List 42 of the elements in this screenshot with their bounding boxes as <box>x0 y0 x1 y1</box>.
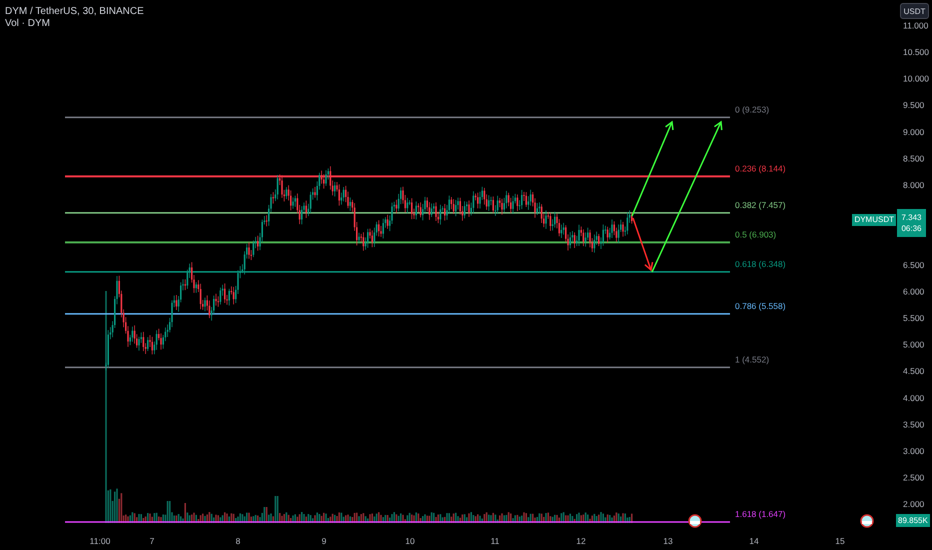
price-axis-label: 3.500 <box>903 419 924 430</box>
time-axis-label: 7 <box>150 536 154 546</box>
time-axis-label: 11:00 <box>90 536 110 546</box>
fib-level-label: 0 (9.253) <box>735 104 770 114</box>
fib-level-label: 0.618 (6.348) <box>735 258 786 269</box>
price-axis-label: 9.000 <box>903 126 924 137</box>
bar-countdown: 06:36 <box>901 223 922 234</box>
currency-button[interactable]: USDT <box>900 3 929 19</box>
fib-level-label: 0.786 (5.558) <box>735 300 786 311</box>
time-axis-label: 13 <box>663 536 673 546</box>
price-axis-label: 9.500 <box>903 100 924 110</box>
fib-level-label: 0.382 (7.457) <box>735 200 786 210</box>
price-axis-label: 4.000 <box>903 392 924 403</box>
price-axis-label: 4.500 <box>903 366 924 376</box>
fib-level-label: 1.618 (1.647) <box>735 508 786 519</box>
time-axis-label: 9 <box>322 536 326 546</box>
price-axis-label: 8.500 <box>903 153 924 164</box>
volume-indicator-label: Vol · DYM <box>5 18 50 29</box>
fib-level-label: 0.5 (6.903) <box>735 229 776 240</box>
price-axis-label: 2.000 <box>903 499 924 510</box>
time-axis-label: 10 <box>405 536 415 546</box>
symbol-title: DYM / TetherUS, 30, BINANCE <box>5 6 144 17</box>
fib-level-label: 1 (4.552) <box>735 354 770 364</box>
price-axis-label: 6.500 <box>903 260 924 270</box>
price-axis-label: 3.000 <box>903 446 924 456</box>
price-axis-label: 10.500 <box>903 47 929 57</box>
time-axis-label: 8 <box>236 536 240 546</box>
time-axis-label: 12 <box>576 536 586 546</box>
time-axis-label: 15 <box>835 536 845 546</box>
price-axis-label: 6.000 <box>903 286 924 296</box>
volume-tag: 89.855K <box>896 514 930 527</box>
time-axis-label: 11 <box>490 536 500 546</box>
price-axis-label: 5.000 <box>903 340 924 350</box>
price-axis-label: 8.000 <box>903 180 924 190</box>
price-axis-label: 5.500 <box>903 313 924 323</box>
symbol-tag: DYMUSDT <box>852 214 896 226</box>
time-axis-label: 14 <box>749 536 759 546</box>
price-axis-label: 10.000 <box>903 74 929 84</box>
price-axis-label: 11.000 <box>903 20 928 30</box>
price-axis-label: 2.500 <box>903 472 924 483</box>
fib-level-label: 0.236 (8.144) <box>735 163 786 174</box>
last-price: 7.343 <box>901 212 922 223</box>
